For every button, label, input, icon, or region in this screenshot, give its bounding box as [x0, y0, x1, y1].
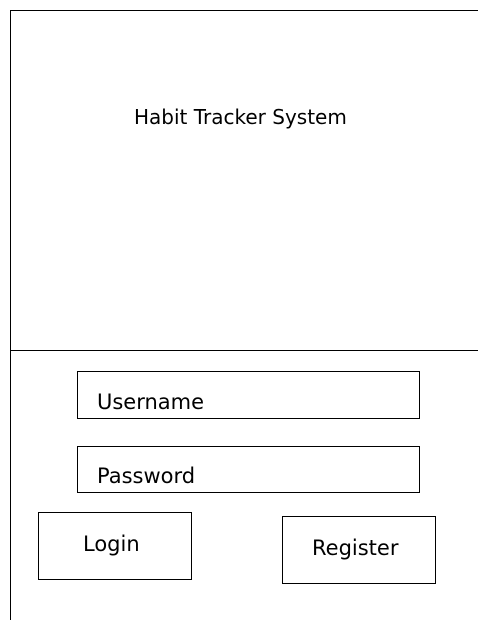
- login-button-label: Login: [83, 532, 140, 556]
- password-field[interactable]: Password: [77, 446, 420, 493]
- register-button-label: Register: [312, 536, 399, 560]
- title-panel: Habit Tracker System: [10, 10, 478, 351]
- login-button[interactable]: Login: [38, 512, 192, 580]
- register-button[interactable]: Register: [282, 516, 436, 584]
- username-field[interactable]: Username: [77, 371, 420, 419]
- username-field-label: Username: [97, 390, 205, 414]
- password-field-label: Password: [97, 464, 196, 488]
- app-title: Habit Tracker System: [134, 105, 347, 129]
